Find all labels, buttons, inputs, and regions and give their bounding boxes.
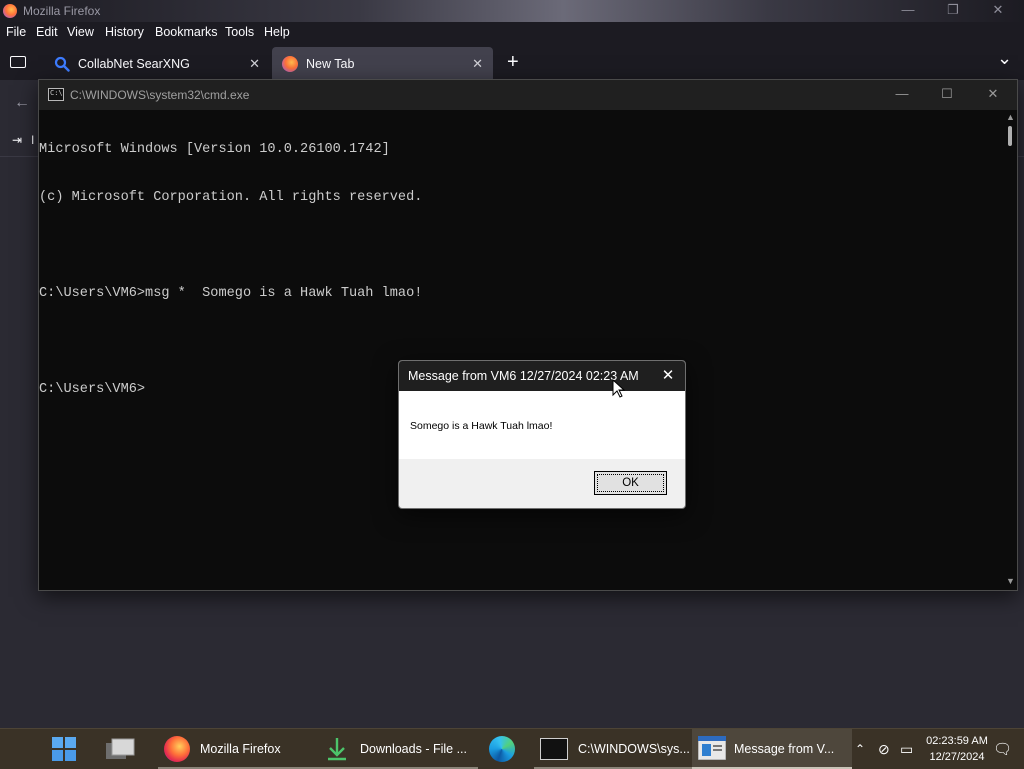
menu-edit[interactable]: Edit bbox=[36, 25, 58, 39]
message-close-icon[interactable]: ✕ bbox=[659, 366, 677, 384]
downloads-icon bbox=[324, 736, 350, 762]
cmd-scrollbar[interactable]: ▲ ▼ bbox=[1003, 110, 1017, 588]
clock-time: 02:23:59 AM bbox=[926, 735, 988, 747]
console-line: C:\Users\VM6>msg * Somego is a Hawk Tuah… bbox=[39, 286, 423, 301]
menu-tools[interactable]: Tools bbox=[225, 25, 254, 39]
close-icon[interactable]: ✕ bbox=[988, 2, 1008, 18]
notifications-icon[interactable]: 🗨 bbox=[993, 729, 1012, 769]
tab-label: CollabNet SearXNG bbox=[78, 57, 190, 71]
firefox-icon bbox=[164, 736, 190, 762]
message-content: Somego is a Hawk Tuah lmao! bbox=[399, 391, 685, 459]
edge-icon bbox=[489, 736, 515, 762]
mouse-cursor-icon bbox=[612, 379, 626, 398]
console-line: (c) Microsoft Corporation. All rights re… bbox=[39, 190, 423, 205]
scrollbar-thumb[interactable] bbox=[1008, 126, 1012, 146]
network-disconnected-icon[interactable]: ⊘ bbox=[878, 729, 890, 769]
firefox-view-icon[interactable] bbox=[10, 56, 26, 68]
firefox-logo-icon bbox=[3, 4, 17, 18]
clock[interactable]: 02:23:59 AM 12/27/2024 bbox=[922, 733, 992, 765]
show-hidden-icons-icon[interactable]: ⌃ bbox=[855, 729, 865, 769]
windows-start-icon[interactable] bbox=[52, 737, 76, 761]
taskbar-item-label: Downloads - File ... bbox=[360, 742, 467, 756]
taskbar-edge[interactable] bbox=[478, 729, 526, 769]
minimize-icon[interactable]: — bbox=[898, 2, 918, 17]
console-line: Microsoft Windows [Version 10.0.26100.17… bbox=[39, 142, 390, 157]
message-text: Somego is a Hawk Tuah lmao! bbox=[410, 420, 553, 432]
menu-view[interactable]: View bbox=[67, 25, 94, 39]
cmd-window-title: C:\WINDOWS\system32\cmd.exe bbox=[70, 88, 250, 102]
firefox-titlebar: Mozilla Firefox — ❐ ✕ bbox=[0, 0, 1024, 22]
cmd-icon bbox=[48, 88, 64, 101]
cmd-icon bbox=[540, 738, 568, 760]
taskbar-item-label: Message from V... bbox=[734, 742, 835, 756]
firefox-window-title: Mozilla Firefox bbox=[23, 4, 101, 18]
tab-new-tab[interactable]: New Tab ✕ bbox=[272, 47, 493, 81]
cmd-window[interactable]: C:\WINDOWS\system32\cmd.exe — ☐ ✕ Micros… bbox=[38, 79, 1018, 591]
firefox-menubar: File Edit View History Bookmarks Tools H… bbox=[0, 22, 1024, 44]
menu-help[interactable]: Help bbox=[264, 25, 290, 39]
new-tab-button[interactable]: + bbox=[507, 51, 519, 74]
maximize-icon[interactable]: ❐ bbox=[943, 2, 963, 18]
cmd-console-output[interactable]: Microsoft Windows [Version 10.0.26100.17… bbox=[39, 110, 1002, 588]
scroll-down-arrow-icon[interactable]: ▼ bbox=[1006, 576, 1015, 586]
clock-date: 12/27/2024 bbox=[929, 751, 985, 763]
taskbar-firefox[interactable]: Mozilla Firefox bbox=[158, 729, 318, 769]
tab-collabnet-searxng[interactable]: CollabNet SearXNG ✕ bbox=[44, 47, 270, 81]
taskbar-message[interactable]: Message from V... bbox=[692, 729, 852, 769]
scroll-up-arrow-icon[interactable]: ▲ bbox=[1006, 112, 1015, 122]
taskbar-downloads[interactable]: Downloads - File ... bbox=[318, 729, 478, 769]
cmd-close-icon[interactable]: ✕ bbox=[981, 86, 1005, 102]
cmd-titlebar[interactable]: C:\WINDOWS\system32\cmd.exe — ☐ ✕ bbox=[39, 80, 1017, 110]
tab-label: New Tab bbox=[306, 57, 355, 71]
taskbar: Mozilla Firefox Downloads - File ... C:\… bbox=[0, 728, 1024, 769]
menu-history[interactable]: History bbox=[105, 25, 144, 39]
taskbar-item-label: Mozilla Firefox bbox=[200, 742, 281, 756]
task-view-icon[interactable] bbox=[106, 737, 136, 761]
import-bookmarks-label[interactable]: I bbox=[31, 133, 34, 147]
firefox-icon bbox=[282, 56, 298, 72]
message-dialog-title: Message from VM6 12/27/2024 02:23 AM bbox=[408, 369, 639, 383]
list-all-tabs-button[interactable]: ⌄ bbox=[997, 48, 1012, 69]
import-bookmarks-icon[interactable]: ⇥ bbox=[12, 133, 22, 147]
back-arrow-icon[interactable]: ← bbox=[14, 94, 30, 112]
message-dialog-titlebar[interactable]: Message from VM6 12/27/2024 02:23 AM ✕ bbox=[399, 361, 685, 391]
search-icon bbox=[54, 56, 70, 72]
tab-close-icon[interactable]: ✕ bbox=[249, 56, 260, 72]
taskbar-item-label: C:\WINDOWS\sys... bbox=[578, 742, 690, 756]
menu-file[interactable]: File bbox=[6, 25, 26, 39]
display-icon[interactable]: ▭ bbox=[900, 729, 913, 769]
cmd-minimize-icon[interactable]: — bbox=[890, 86, 914, 101]
tab-close-icon[interactable]: ✕ bbox=[472, 56, 483, 72]
taskbar-cmd[interactable]: C:\WINDOWS\sys... bbox=[534, 729, 694, 769]
firefox-tabbar: CollabNet SearXNG ✕ New Tab ✕ + ⌄ bbox=[0, 44, 1024, 81]
menu-bookmarks[interactable]: Bookmarks bbox=[155, 25, 218, 39]
cmd-maximize-icon[interactable]: ☐ bbox=[935, 86, 959, 102]
message-dialog[interactable]: Message from VM6 12/27/2024 02:23 AM ✕ S… bbox=[398, 360, 686, 509]
message-icon bbox=[697, 735, 727, 762]
ok-button[interactable]: OK bbox=[594, 471, 667, 495]
